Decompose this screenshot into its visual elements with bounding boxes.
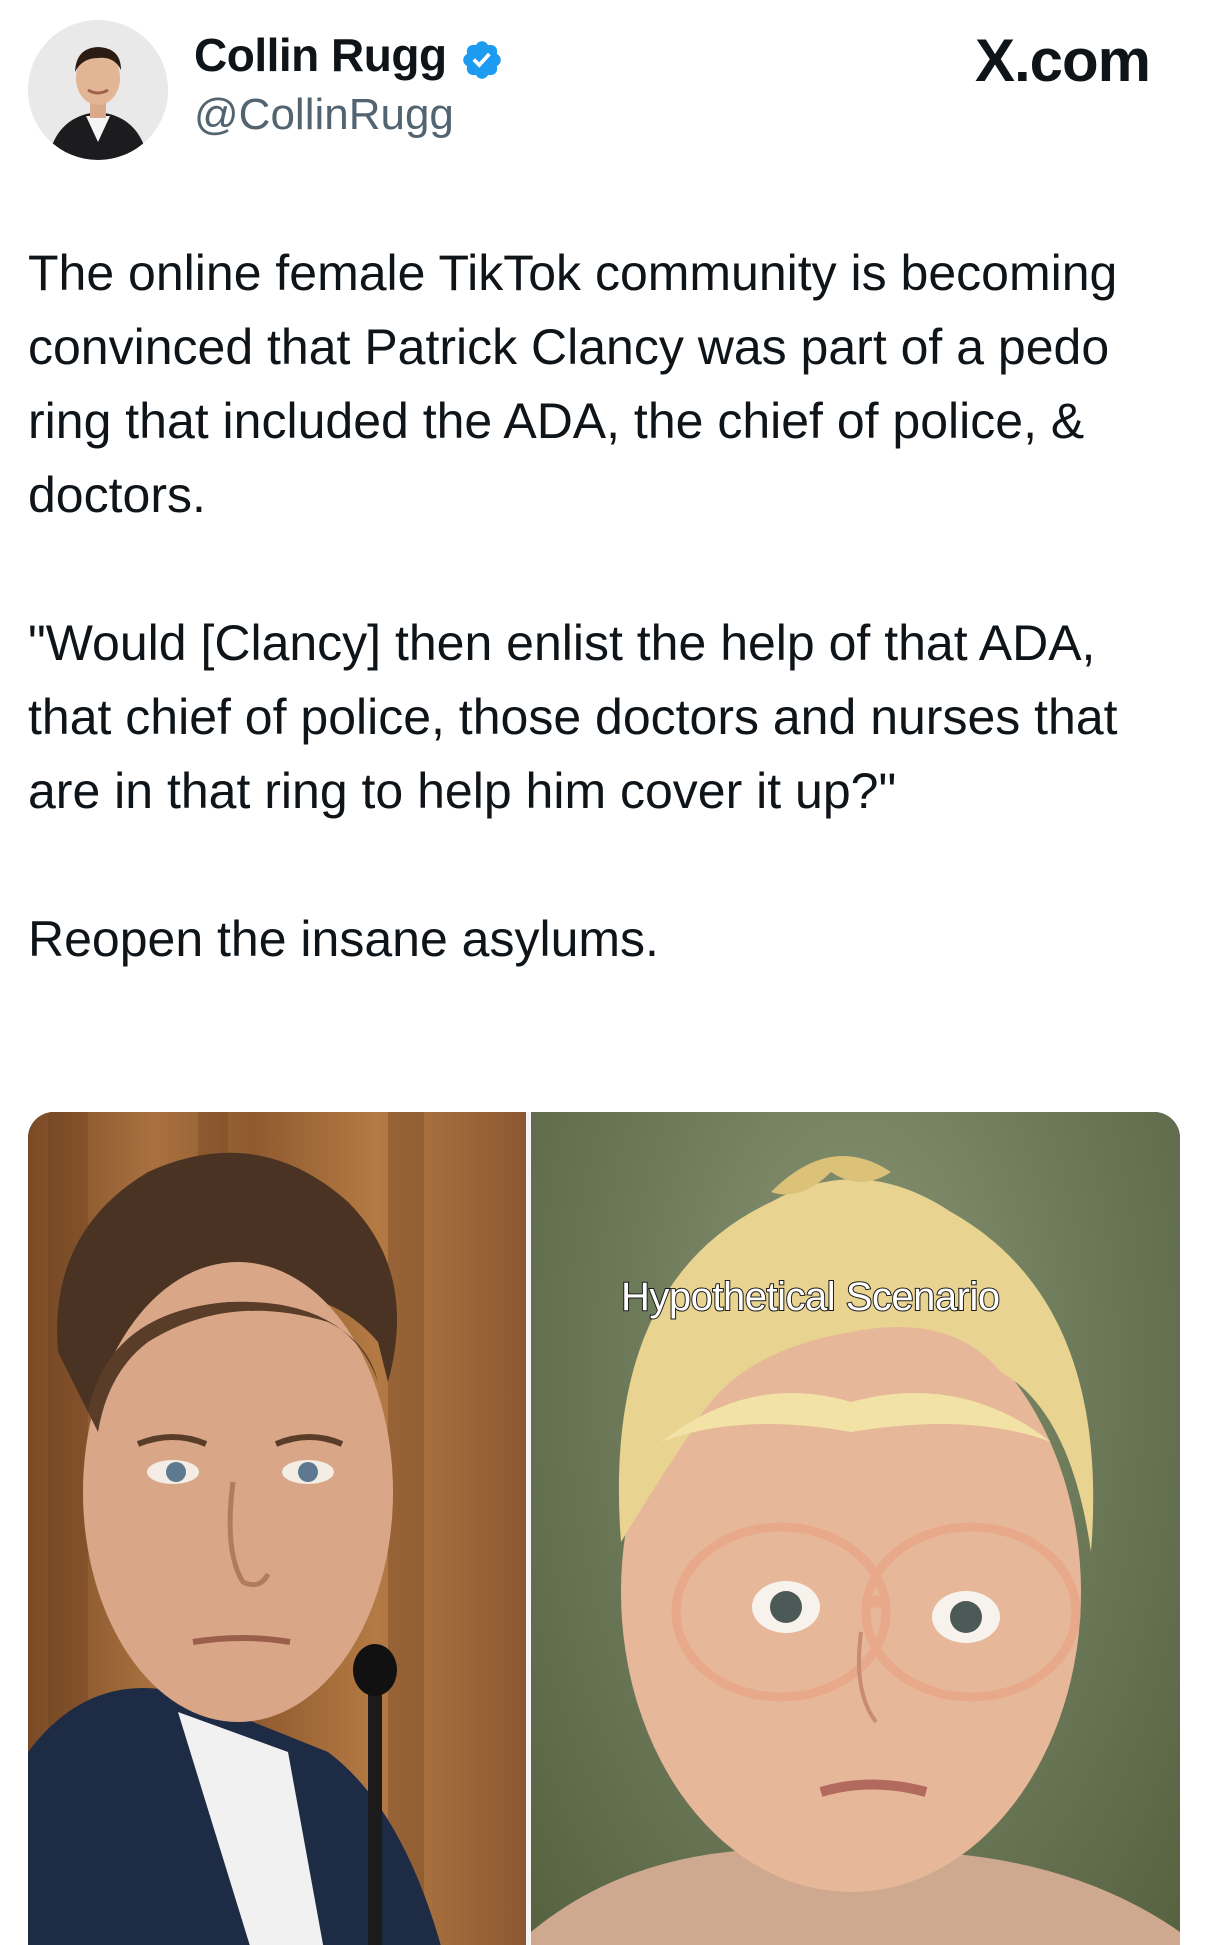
media-left-photo	[28, 1112, 526, 1945]
tweet-paragraph: "Would [Clancy] then enlist the help of …	[28, 615, 1118, 819]
tweet-paragraph: Reopen the insane asylums.	[28, 911, 659, 967]
media-right-photo: Hypothetical Scenario	[531, 1112, 1180, 1945]
x-logo-icon[interactable]: X.com	[975, 26, 1151, 95]
author-avatar[interactable]	[28, 20, 168, 160]
tweet-media[interactable]: Hypothetical Scenario	[28, 1112, 1180, 1945]
tweet-text: The online female TikTok community is be…	[28, 236, 1168, 1050]
author-handle[interactable]: @CollinRugg	[194, 90, 454, 140]
tweet-paragraph: The online female TikTok community is be…	[28, 245, 1118, 523]
media-caption: Hypothetical Scenario	[620, 1274, 1001, 1320]
verified-badge-icon	[463, 41, 501, 79]
author-display-name[interactable]: Collin Rugg	[194, 28, 447, 82]
tweet-header: Collin Rugg @CollinRugg X.com	[0, 0, 1206, 180]
avatar-photo	[28, 20, 168, 160]
